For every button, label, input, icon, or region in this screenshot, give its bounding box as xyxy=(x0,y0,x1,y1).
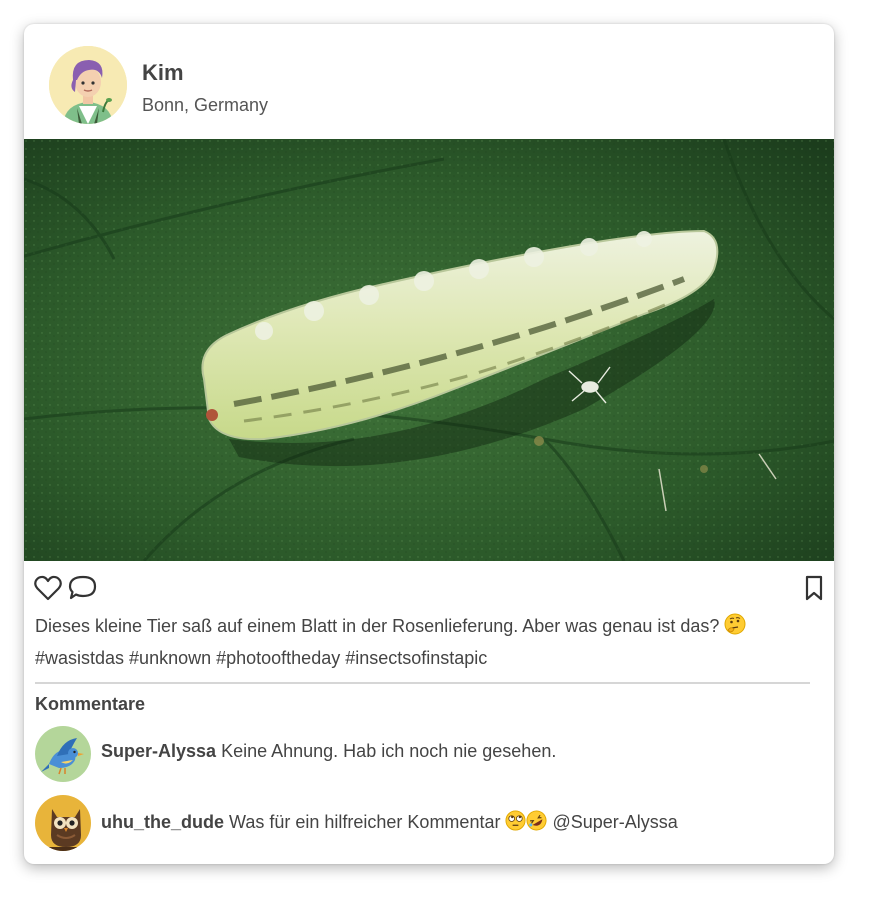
caption-hashtags[interactable]: #wasistdas #unknown #photooftheday #inse… xyxy=(35,648,487,668)
comment-item: Super-Alyssa Keine Ahnung. Hab ich noch … xyxy=(35,724,815,784)
post-location[interactable]: Bonn, Germany xyxy=(142,95,268,116)
action-bar xyxy=(24,561,834,611)
caption-text: Dieses kleine Tier saß auf einem Blatt i… xyxy=(35,616,720,636)
bird-icon xyxy=(35,726,91,782)
post-caption: Dieses kleine Tier saß auf einem Blatt i… xyxy=(35,612,815,673)
comment-button[interactable] xyxy=(68,575,98,606)
thinking-face-icon xyxy=(724,613,746,644)
comments-heading: Kommentare xyxy=(35,694,146,714)
bookmark-icon xyxy=(805,575,823,601)
rolling-laughing-face-icon xyxy=(526,810,548,836)
comment-text: uhu_the_dude Was für ein hilfreicher Kom… xyxy=(101,810,678,836)
divider xyxy=(35,682,810,684)
speech-bubble-icon xyxy=(68,575,97,600)
comment-body: Keine Ahnung. Hab ich noch nie gesehen. xyxy=(221,741,557,761)
comment-text: Super-Alyssa Keine Ahnung. Hab ich noch … xyxy=(101,741,556,762)
comment-body: Was für ein hilfreicher Kommentar xyxy=(229,812,501,832)
post-header: Kim Bonn, Germany xyxy=(24,24,834,139)
owl-icon xyxy=(35,795,91,851)
comment-item: uhu_the_dude Was für ein hilfreicher Kom… xyxy=(35,793,815,853)
larva-on-leaf-photo xyxy=(24,139,834,561)
comment-username[interactable]: Super-Alyssa xyxy=(101,741,216,761)
heart-icon xyxy=(34,575,62,601)
like-button[interactable] xyxy=(34,575,62,606)
post-photo[interactable] xyxy=(24,139,834,561)
person-avatar-icon xyxy=(49,46,127,124)
eye-roll-face-icon xyxy=(505,810,527,836)
commenter-avatar[interactable] xyxy=(35,726,91,782)
comment-mention[interactable]: @Super-Alyssa xyxy=(553,812,678,832)
user-avatar[interactable] xyxy=(49,46,127,124)
post-card: Kim Bonn, Germany Dieses kleine Tier saß… xyxy=(24,24,834,864)
post-username[interactable]: Kim xyxy=(142,60,184,86)
bookmark-button[interactable] xyxy=(804,575,824,606)
commenter-avatar[interactable] xyxy=(35,795,91,851)
comment-username[interactable]: uhu_the_dude xyxy=(101,812,224,832)
